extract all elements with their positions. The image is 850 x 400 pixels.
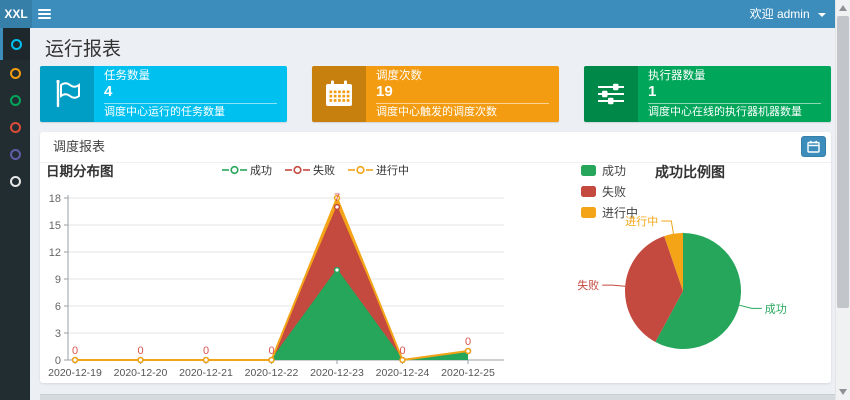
svg-text:15: 15 bbox=[49, 220, 61, 232]
svg-text:0: 0 bbox=[465, 336, 471, 348]
svg-text:0: 0 bbox=[399, 345, 405, 357]
svg-text:2020-12-23: 2020-12-23 bbox=[310, 367, 364, 379]
svg-text:失败: 失败 bbox=[577, 278, 599, 292]
legend-label: 进行中 bbox=[376, 162, 409, 178]
divider bbox=[104, 103, 277, 104]
sidebar-item-6[interactable] bbox=[0, 168, 30, 195]
circle-outline-icon bbox=[10, 95, 21, 106]
info-card-body: 执行器数量1 调度中心在线的执行器机器数量 bbox=[638, 66, 831, 122]
svg-text:12: 12 bbox=[49, 247, 61, 259]
info-card-desc: 调度中心运行的任务数量 bbox=[104, 106, 277, 119]
svg-text:2020-12-19: 2020-12-19 bbox=[48, 367, 102, 379]
sidebar-item-3[interactable] bbox=[0, 87, 30, 114]
sidebar-item-1[interactable] bbox=[0, 28, 30, 60]
info-card-desc: 调度中心在线的执行器机器数量 bbox=[648, 106, 821, 119]
flag-icon bbox=[40, 66, 94, 122]
report-panel: 调度报表 日期分布图 成功 失败 进行中 036912151 bbox=[40, 132, 831, 383]
line-chart-legend: 成功 失败 进行中 bbox=[222, 162, 409, 178]
circle-outline-icon bbox=[10, 122, 21, 133]
info-card-1: 任务数量4 调度中心运行的任务数量 bbox=[40, 66, 287, 122]
date-range-button[interactable] bbox=[801, 136, 826, 157]
divider bbox=[376, 103, 549, 104]
info-card-value: 1 bbox=[648, 83, 821, 100]
svg-text:进行中: 进行中 bbox=[625, 215, 658, 228]
svg-text:18: 18 bbox=[49, 193, 61, 205]
line-legend-item-2[interactable]: 失败 bbox=[285, 162, 335, 178]
legend-line-marker-icon bbox=[285, 165, 310, 175]
pie-chart-title: 成功比例图 bbox=[655, 162, 725, 182]
sliders-icon bbox=[584, 66, 638, 122]
svg-text:0: 0 bbox=[137, 345, 143, 357]
app-logo[interactable]: XXL bbox=[0, 0, 32, 28]
svg-text:7: 7 bbox=[334, 192, 340, 204]
svg-text:0: 0 bbox=[72, 345, 78, 357]
line-chart-svg: 03691215182020-12-192020-12-202020-12-21… bbox=[40, 185, 510, 381]
svg-text:成功: 成功 bbox=[765, 302, 787, 315]
panel-header: 调度报表 bbox=[40, 132, 831, 163]
sidebar-item-2[interactable] bbox=[0, 60, 30, 87]
panel-title: 调度报表 bbox=[53, 132, 105, 162]
info-card-value: 4 bbox=[104, 83, 277, 100]
svg-text:6: 6 bbox=[55, 301, 61, 313]
pie-chart-svg: 成功 失败 进行中 bbox=[560, 188, 831, 380]
svg-text:2020-12-24: 2020-12-24 bbox=[376, 367, 430, 379]
pie-legend-item-1[interactable]: 成功 bbox=[581, 160, 638, 181]
info-card-desc: 调度中心触发的调度次数 bbox=[376, 106, 549, 119]
svg-text:0: 0 bbox=[268, 345, 274, 357]
top-navbar: XXL 欢迎 admin bbox=[0, 0, 836, 28]
next-panel-edge bbox=[40, 394, 836, 400]
info-card-label: 执行器数量 bbox=[648, 70, 821, 83]
legend-label: 失败 bbox=[313, 162, 335, 178]
svg-text:2020-12-22: 2020-12-22 bbox=[245, 367, 299, 379]
app-window: XXL 欢迎 admin 运行报表 任务数量4调度中心运行的任务数量 调度次数1… bbox=[0, 0, 850, 400]
sidebar bbox=[0, 28, 30, 400]
page-title: 运行报表 bbox=[45, 34, 121, 61]
legend-line-marker-icon bbox=[348, 165, 373, 175]
caret-down-icon bbox=[818, 13, 826, 17]
scroll-down-arrow[interactable] bbox=[839, 389, 847, 395]
svg-text:2020-12-25: 2020-12-25 bbox=[441, 367, 495, 379]
circle-outline-icon bbox=[10, 176, 21, 187]
line-legend-item-1[interactable]: 成功 bbox=[222, 162, 272, 178]
svg-text:2020-12-20: 2020-12-20 bbox=[114, 367, 168, 379]
legend-label: 成功 bbox=[602, 162, 626, 179]
welcome-text: 欢迎 admin bbox=[750, 7, 810, 21]
info-card-body: 调度次数19 调度中心触发的调度次数 bbox=[366, 66, 559, 122]
vertical-scrollbar[interactable] bbox=[835, 0, 850, 400]
info-card-body: 任务数量4 调度中心运行的任务数量 bbox=[94, 66, 287, 122]
info-card-value: 19 bbox=[376, 83, 549, 100]
info-cards: 任务数量4 调度中心运行的任务数量 调度次数19 调度中心触发的调度次数 执行器数量… bbox=[40, 66, 831, 122]
svg-text:2020-12-21: 2020-12-21 bbox=[179, 367, 233, 379]
svg-text:9: 9 bbox=[55, 274, 61, 286]
user-menu[interactable]: 欢迎 admin bbox=[750, 0, 826, 28]
legend-line-marker-icon bbox=[222, 165, 247, 175]
legend-label: 成功 bbox=[250, 162, 272, 178]
calendar-icon bbox=[807, 140, 820, 153]
circle-outline-icon bbox=[11, 39, 22, 50]
sidebar-item-4[interactable] bbox=[0, 114, 30, 141]
hamburger-icon bbox=[38, 9, 51, 11]
scroll-up-arrow[interactable] bbox=[839, 5, 847, 11]
circle-outline-icon bbox=[10, 68, 21, 79]
sidebar-toggle-button[interactable] bbox=[38, 7, 52, 21]
calendar-icon bbox=[312, 66, 366, 122]
info-card-label: 调度次数 bbox=[376, 70, 549, 83]
info-card-2: 调度次数19 调度中心触发的调度次数 bbox=[312, 66, 559, 122]
line-legend-item-3[interactable]: 进行中 bbox=[348, 162, 409, 178]
svg-text:0: 0 bbox=[203, 345, 209, 357]
svg-text:3: 3 bbox=[55, 328, 61, 340]
circle-outline-icon bbox=[10, 149, 21, 160]
line-chart-title: 日期分布图 bbox=[46, 160, 114, 180]
info-card-label: 任务数量 bbox=[104, 70, 277, 83]
sidebar-item-5[interactable] bbox=[0, 141, 30, 168]
info-card-3: 执行器数量1 调度中心在线的执行器机器数量 bbox=[584, 66, 831, 122]
svg-text:0: 0 bbox=[55, 355, 61, 367]
divider bbox=[648, 103, 821, 104]
legend-swatch-icon bbox=[581, 165, 596, 176]
scrollbar-thumb[interactable] bbox=[837, 16, 849, 308]
